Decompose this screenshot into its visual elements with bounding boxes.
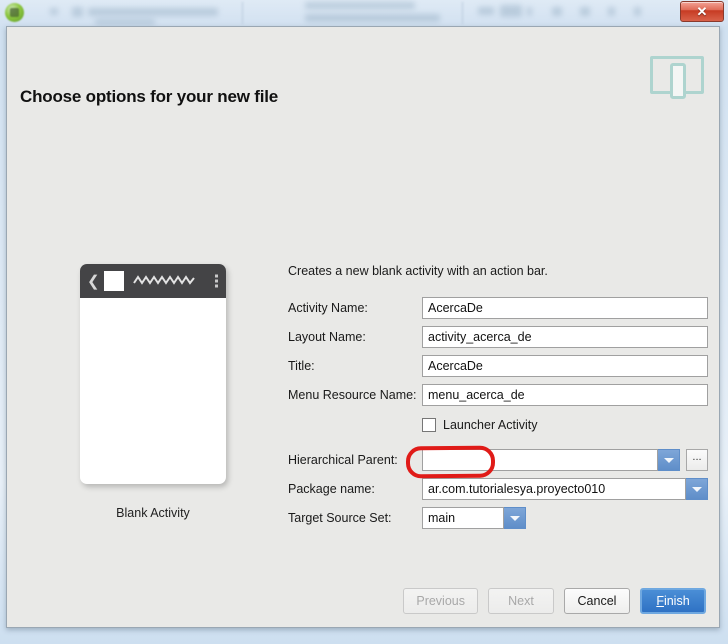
template-preview-panel: ❮ Blank Activity [73, 264, 233, 520]
title-label: Title: [288, 359, 315, 373]
title-input[interactable] [422, 355, 708, 377]
package-name-input[interactable] [422, 478, 686, 500]
cancel-button[interactable]: Cancel [564, 588, 630, 614]
field-row-package-name: Package name: [288, 478, 708, 500]
launcher-activity-checkbox[interactable] [422, 418, 436, 432]
overflow-menu-icon [215, 274, 218, 288]
options-form: Creates a new blank activity with an act… [288, 264, 708, 536]
menu-resource-name-input[interactable] [422, 384, 708, 406]
field-row-title: Title: [288, 355, 708, 377]
menu-resource-name-label: Menu Resource Name: [288, 388, 417, 402]
close-button[interactable]: ✕ [680, 1, 724, 22]
layout-name-input[interactable] [422, 326, 708, 348]
activity-name-input[interactable] [422, 297, 708, 319]
title-placeholder-zigzag-icon [132, 272, 195, 290]
page-title: Choose options for your new file [20, 87, 279, 106]
next-button[interactable]: Next [488, 588, 554, 614]
hierarchical-parent-input[interactable] [422, 449, 658, 471]
finish-mnemonic: F [656, 594, 664, 608]
template-description: Creates a new blank activity with an act… [288, 264, 548, 278]
package-name-label: Package name: [288, 482, 375, 496]
new-file-options-dialog: Choose options for your new file ❮ Blank… [6, 26, 720, 628]
target-source-set-input[interactable] [422, 507, 504, 529]
field-row-hierarchical-parent: Hierarchical Parent: ... [288, 449, 708, 471]
launcher-activity-label: Launcher Activity [443, 418, 538, 432]
field-row-target-source-set: Target Source Set: [288, 507, 708, 529]
layout-name-label: Layout Name: [288, 330, 366, 344]
field-row-activity-name: Activity Name: [288, 297, 708, 319]
launcher-activity-row: Launcher Activity [422, 415, 708, 435]
hierarchical-parent-label: Hierarchical Parent: [288, 453, 398, 467]
hierarchical-parent-browse-button[interactable]: ... [686, 449, 708, 471]
back-chevron-icon: ❮ [87, 272, 100, 290]
app-logo-placeholder-icon [103, 271, 124, 291]
dialog-header: Choose options for your new file [7, 27, 719, 112]
chevron-down-icon [663, 457, 674, 463]
hierarchical-parent-dropdown-button[interactable] [658, 449, 680, 471]
mock-action-bar: ❮ [80, 264, 226, 298]
android-studio-icon [5, 3, 24, 22]
finish-label-rest: inish [663, 594, 690, 608]
chevron-down-icon [691, 486, 702, 492]
target-source-set-label: Target Source Set: [288, 511, 392, 525]
dialog-body: ❮ Blank Activity Creates a new blank act… [7, 112, 719, 575]
activity-name-label: Activity Name: [288, 301, 368, 315]
tablet-phone-icon [650, 51, 704, 99]
previous-button[interactable]: Previous [403, 588, 478, 614]
phone-mockup: ❮ [80, 264, 226, 484]
dialog-footer: Previous Next Cancel Finish [7, 575, 719, 627]
preview-caption: Blank Activity [116, 506, 190, 520]
finish-button[interactable]: Finish [640, 588, 706, 614]
target-source-set-dropdown-button[interactable] [504, 507, 526, 529]
background-window-strip [0, 0, 728, 26]
field-row-menu-resource-name: Menu Resource Name: [288, 384, 708, 406]
field-row-layout-name: Layout Name: [288, 326, 708, 348]
package-name-dropdown-button[interactable] [686, 478, 708, 500]
chevron-down-icon [509, 515, 520, 521]
